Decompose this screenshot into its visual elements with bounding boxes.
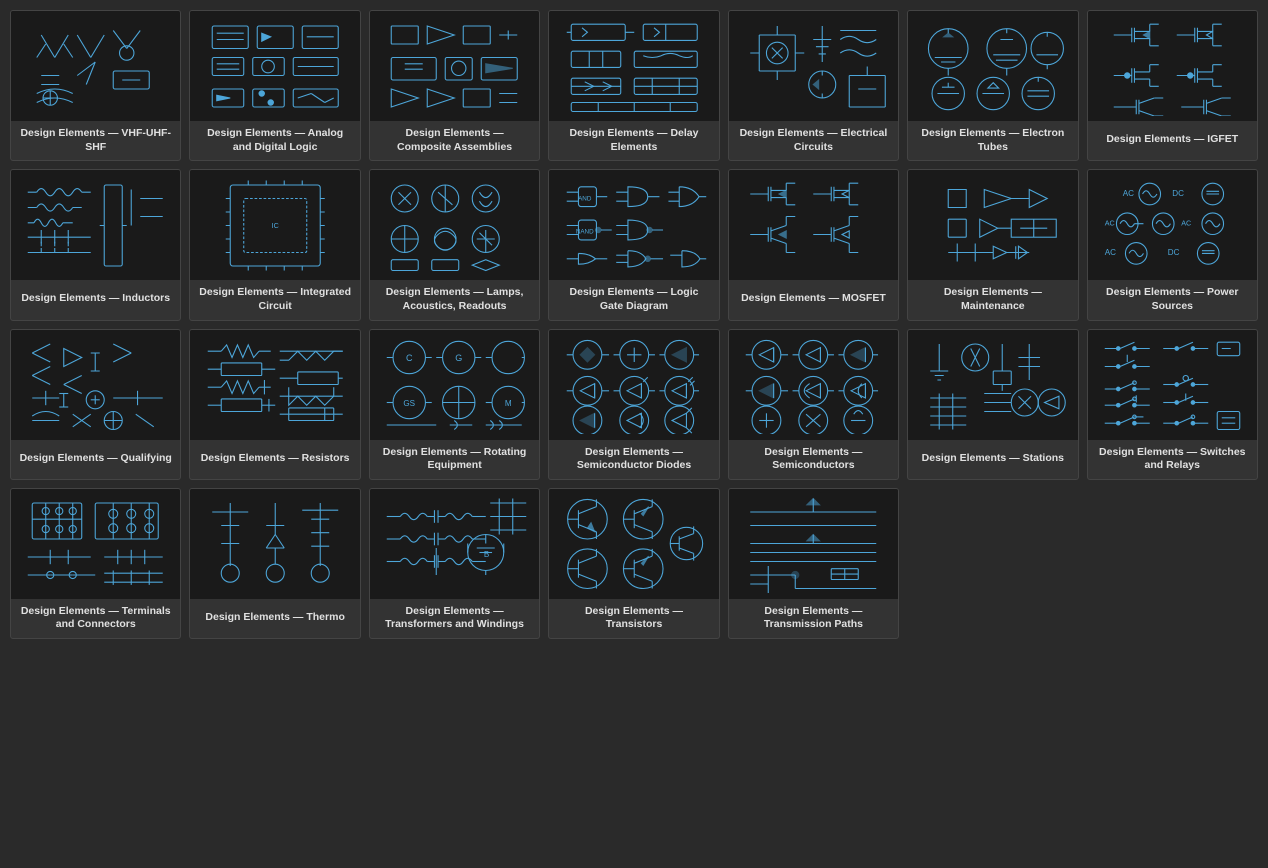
card-inductors[interactable]: Design Elements — Inductors (10, 169, 181, 320)
card-resistors[interactable]: Design Elements — Resistors (189, 329, 360, 480)
card-label-stations: Design Elements — Stations (908, 440, 1077, 478)
card-label-diodes: Design Elements — Semiconductor Diodes (549, 440, 718, 479)
card-power[interactable]: AC DC AC AC AC DC (1087, 169, 1258, 320)
svg-text:M: M (505, 399, 512, 408)
card-semiconductors[interactable]: Design Elements — Semiconductors (728, 329, 899, 480)
svg-text:AND: AND (578, 195, 592, 202)
empty-cell-2 (1087, 488, 1258, 639)
card-label-ic: Design Elements — Integrated Circuit (190, 280, 359, 319)
card-image-lamps (370, 170, 539, 280)
svg-text:AC: AC (1123, 189, 1134, 198)
card-delay[interactable]: Design Elements — Delay Elements (548, 10, 719, 161)
card-label-electrical: Design Elements — Electrical Circuits (729, 121, 898, 160)
empty-cell-1 (907, 488, 1078, 639)
card-image-transmission (729, 489, 898, 599)
svg-text:DC: DC (1168, 248, 1180, 257)
card-label-tubes: Design Elements — Electron Tubes (908, 121, 1077, 160)
svg-text:B: B (484, 550, 489, 559)
card-image-igfet (1088, 11, 1257, 121)
card-image-transformers: B (370, 489, 539, 599)
card-label-composite: Design Elements — Composite Assemblies (370, 121, 539, 160)
card-image-switches (1088, 330, 1257, 440)
card-image-gates: AND NAND (549, 170, 718, 280)
card-label-semiconductors: Design Elements — Semiconductors (729, 440, 898, 479)
card-lamps[interactable]: Design Elements — Lamps, Acoustics, Read… (369, 169, 540, 320)
card-label-thermo: Design Elements — Thermo (190, 599, 359, 637)
card-image-ic: IC (190, 170, 359, 280)
card-image-composite (370, 11, 539, 121)
card-image-mosfet (729, 170, 898, 280)
card-image-vhf (11, 11, 180, 121)
card-label-inductors: Design Elements — Inductors (11, 280, 180, 318)
card-image-thermo (190, 489, 359, 599)
card-diodes[interactable]: Design Elements — Semiconductor Diodes (548, 329, 719, 480)
card-grid: Design Elements — VHF-UHF-SHF (10, 10, 1258, 639)
card-logic-gate[interactable]: AND NAND (548, 169, 719, 320)
svg-text:AC: AC (1105, 218, 1115, 227)
card-rotating[interactable]: C G GS M (369, 329, 540, 480)
card-image-inductors (11, 170, 180, 280)
card-label-transformers: Design Elements — Transformers and Windi… (370, 599, 539, 638)
svg-text:AC: AC (1105, 248, 1116, 257)
svg-text:DC: DC (1172, 189, 1184, 198)
card-label-transmission: Design Elements — Transmission Paths (729, 599, 898, 638)
card-composite[interactable]: Design Elements — Composite Assemblies (369, 10, 540, 161)
card-label-mosfet: Design Elements — MOSFET (729, 280, 898, 318)
card-label-terminals: Design Elements — Terminals and Connecto… (11, 599, 180, 638)
card-transformers[interactable]: B Design Elements — Transformers and Win… (369, 488, 540, 639)
card-image-stations (908, 330, 1077, 440)
card-image-diodes (549, 330, 718, 440)
card-image-delay (549, 11, 718, 121)
card-label-rotating: Design Elements — Rotating Equipment (370, 440, 539, 479)
card-image-rotating: C G GS M (370, 330, 539, 440)
card-igfet[interactable]: Design Elements — IGFET (1087, 10, 1258, 161)
card-image-qualifying (11, 330, 180, 440)
card-label-switches: Design Elements — Switches and Relays (1088, 440, 1257, 479)
card-label-resistors: Design Elements — Resistors (190, 440, 359, 478)
card-qualifying[interactable]: Design Elements — Qualifying (10, 329, 181, 480)
card-image-electrical (729, 11, 898, 121)
card-ic[interactable]: IC Design Elements — Integrated Circuit (189, 169, 360, 320)
card-electrical[interactable]: Design Elements — Electrical Circuits (728, 10, 899, 161)
card-stations[interactable]: Design Elements — Stations (907, 329, 1078, 480)
card-label-gates: Design Elements — Logic Gate Diagram (549, 280, 718, 319)
card-transistors[interactable]: Design Elements — Transistors (548, 488, 719, 639)
card-image-power: AC DC AC AC AC DC (1088, 170, 1257, 280)
card-image-transistors (549, 489, 718, 599)
card-mosfet[interactable]: Design Elements — MOSFET (728, 169, 899, 320)
card-switches[interactable]: Design Elements — Switches and Relays (1087, 329, 1258, 480)
card-label-delay: Design Elements — Delay Elements (549, 121, 718, 160)
card-vhf-uhf-shf[interactable]: Design Elements — VHF-UHF-SHF (10, 10, 181, 161)
svg-text:NAND: NAND (576, 228, 594, 235)
card-image-tubes (908, 11, 1077, 121)
card-image-semiconductors (729, 330, 898, 440)
card-image-resistors (190, 330, 359, 440)
card-maintenance[interactable]: Design Elements — Maintenance (907, 169, 1078, 320)
card-image-maintenance (908, 170, 1077, 280)
card-thermo[interactable]: Design Elements — Thermo (189, 488, 360, 639)
card-label-lamps: Design Elements — Lamps, Acoustics, Read… (370, 280, 539, 319)
card-terminals[interactable]: Design Elements — Terminals and Connecto… (10, 488, 181, 639)
card-image-analog (190, 11, 359, 121)
card-label-igfet: Design Elements — IGFET (1088, 121, 1257, 159)
card-label-transistors: Design Elements — Transistors (549, 599, 718, 638)
card-label-vhf: Design Elements — VHF-UHF-SHF (11, 121, 180, 160)
card-label-power: Design Elements — Power Sources (1088, 280, 1257, 319)
card-label-qualifying: Design Elements — Qualifying (11, 440, 180, 478)
svg-text:GS: GS (404, 399, 416, 408)
card-image-terminals (11, 489, 180, 599)
svg-text:G: G (456, 353, 463, 363)
card-transmission[interactable]: Design Elements — Transmission Paths (728, 488, 899, 639)
svg-text:IC: IC (272, 221, 279, 230)
card-electron-tubes[interactable]: Design Elements — Electron Tubes (907, 10, 1078, 161)
card-analog-digital[interactable]: Design Elements — Analog and Digital Log… (189, 10, 360, 161)
card-label-analog: Design Elements — Analog and Digital Log… (190, 121, 359, 160)
svg-text:AC: AC (1181, 218, 1191, 227)
svg-text:C: C (406, 353, 413, 363)
card-label-maintenance: Design Elements — Maintenance (908, 280, 1077, 319)
